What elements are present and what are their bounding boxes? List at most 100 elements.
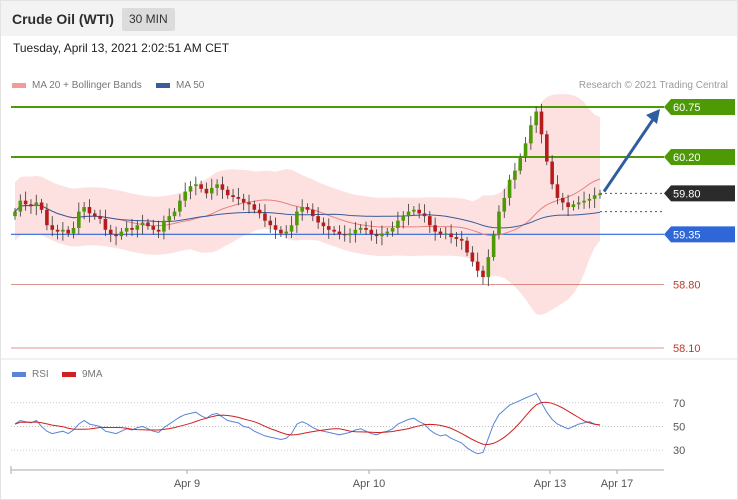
- candle-body-26: [151, 226, 156, 230]
- candle-body-99: [539, 111, 544, 135]
- candle-body-103: [560, 197, 565, 203]
- candle-body-63: [348, 233, 352, 236]
- candle-body-3: [29, 204, 33, 207]
- candle-body-15: [92, 213, 97, 217]
- candle-body-38: [215, 184, 219, 188]
- candle-body-36: [204, 188, 209, 194]
- candle-body-51: [284, 231, 289, 234]
- candle-body-105: [571, 204, 576, 208]
- candle-body-19: [114, 234, 118, 237]
- candle-body-27: [156, 229, 161, 232]
- forecast-arrow-shaft: [602, 117, 656, 193]
- candle-body-22: [130, 227, 134, 230]
- candle-body-65: [358, 227, 363, 230]
- candle-body-6: [45, 209, 49, 226]
- x-tick-label-3: Apr 17: [601, 478, 633, 490]
- candle-body-64: [353, 229, 358, 234]
- candle-body-49: [273, 225, 278, 230]
- candle-body-102: [555, 184, 560, 198]
- candle-body-7: [50, 225, 55, 230]
- candle-body-74: [406, 211, 411, 217]
- candle-body-42: [236, 197, 241, 199]
- candle-body-77: [422, 213, 427, 217]
- candle-body-33: [188, 186, 193, 192]
- candle-body-16: [98, 216, 102, 219]
- candle-body-9: [61, 229, 65, 232]
- candle-body-46: [257, 209, 262, 214]
- candle-body-94: [513, 170, 517, 180]
- candle-body-53: [295, 211, 299, 226]
- candle-body-89: [486, 257, 491, 278]
- candle-body-84: [459, 238, 464, 241]
- candle-body-35: [199, 184, 203, 189]
- candle-body-82: [449, 233, 453, 238]
- candle-body-52: [289, 225, 294, 232]
- candle-body-96: [523, 143, 528, 158]
- candle-body-11: [71, 227, 76, 234]
- candle-body-100: [545, 134, 549, 162]
- level-label-5: 58.10: [673, 343, 701, 355]
- candle-body-0: [13, 211, 17, 217]
- level-label-2: 59.80: [673, 188, 701, 200]
- candle-body-18: [108, 229, 113, 235]
- candle-body-59: [326, 226, 331, 230]
- candle-body-92: [502, 197, 507, 212]
- candle-body-91: [497, 211, 501, 235]
- candle-body-54: [300, 207, 304, 212]
- price-chart: 60.75 60.20 59.80 59.35 58.80 58.10 70 50 30 Apr …: [1, 94, 737, 490]
- candle-body-60: [332, 229, 336, 232]
- candle-body-68: [374, 234, 379, 237]
- candle-body-69: [380, 233, 384, 237]
- candle-body-17: [103, 218, 108, 230]
- level-label-1: 60.20: [673, 152, 701, 164]
- candle-body-14: [87, 207, 92, 214]
- candle-body-37: [209, 187, 214, 194]
- candle-body-24: [140, 222, 145, 226]
- candle-body-8: [55, 229, 60, 232]
- candle-body-109: [592, 195, 597, 199]
- candle-body-85: [465, 240, 469, 253]
- rsi-line: [14, 392, 601, 455]
- candle-body-2: [23, 200, 28, 205]
- candle-body-86: [470, 252, 475, 262]
- rsi-tick-1: 50: [673, 421, 685, 433]
- candle-body-12: [77, 211, 81, 228]
- candle-body-72: [396, 220, 400, 228]
- candle-body-13: [82, 207, 86, 212]
- candle-body-95: [518, 157, 523, 171]
- candle-body-79: [433, 225, 437, 232]
- rsi-ma-line: [14, 401, 601, 446]
- candle-body-88: [481, 270, 485, 278]
- x-tick-label-2: Apr 13: [534, 478, 566, 490]
- candle-body-48: [268, 220, 273, 226]
- candle-body-101: [550, 161, 554, 185]
- level-label-0: 60.75: [673, 102, 701, 114]
- candle-body-31: [178, 200, 182, 212]
- candle-body-97: [529, 125, 533, 144]
- candle-body-90: [491, 234, 496, 258]
- candle-body-41: [231, 195, 235, 198]
- candle-body-66: [364, 227, 368, 230]
- level-label-3: 59.35: [673, 229, 701, 241]
- candle-body-21: [124, 227, 129, 232]
- candle-body-50: [279, 229, 283, 234]
- candle-body-93: [507, 179, 512, 198]
- candle-body-104: [566, 202, 570, 208]
- candle-body-62: [342, 234, 347, 236]
- candle-body-106: [576, 202, 581, 205]
- candle-body-87: [475, 261, 480, 271]
- candle-body-83: [454, 237, 459, 239]
- candle-body-75: [412, 209, 416, 212]
- candle-body-67: [369, 229, 374, 235]
- candle-body-43: [241, 198, 246, 203]
- candle-body-71: [390, 227, 395, 232]
- candle-body-58: [321, 222, 326, 227]
- candle-body-56: [311, 209, 315, 217]
- candle-body-30: [172, 211, 177, 217]
- candle-body-55: [305, 207, 310, 210]
- candle-body-107: [582, 200, 586, 203]
- candle-body-78: [428, 216, 432, 226]
- candle-body-1: [18, 200, 23, 212]
- candle-body-73: [401, 216, 406, 221]
- candle-body-47: [263, 213, 267, 221]
